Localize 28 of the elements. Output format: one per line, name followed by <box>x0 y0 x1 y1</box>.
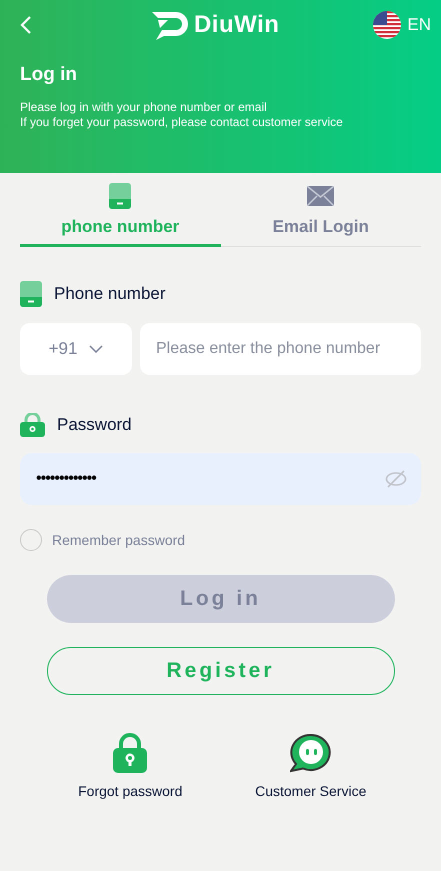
login-tab[interactable]: phone number <box>20 183 220 247</box>
phone-input[interactable]: Please enter the phone number <box>140 323 421 375</box>
remember-checkbox[interactable] <box>20 529 42 551</box>
logo-text: DiuWin <box>194 11 280 39</box>
chat-icon <box>290 733 332 773</box>
remember-label[interactable]: Remember password <box>52 532 186 548</box>
country-code-select[interactable]: +91 <box>20 323 132 375</box>
chevron-down-icon <box>89 345 104 353</box>
mail-icon <box>307 186 334 206</box>
phone-icon <box>109 183 132 209</box>
login-tab[interactable]: Email Login <box>220 183 421 247</box>
instruction-text: Please log in with your phone number or email <box>20 100 268 115</box>
phone-icon <box>20 281 42 307</box>
register-button[interactable]: Register <box>46 647 394 695</box>
lock-icon <box>20 413 45 437</box>
field-label: Password <box>57 415 132 435</box>
password-input[interactable]: ••••••••••••• <box>20 453 421 505</box>
flag-icon[interactable] <box>373 11 402 39</box>
language-label[interactable]: EN <box>407 15 431 35</box>
lock-icon <box>113 733 148 773</box>
back-icon[interactable] <box>20 15 32 35</box>
logo-icon <box>150 10 190 40</box>
link-label[interactable]: Forgot password <box>78 783 182 799</box>
page-title: Log in <box>20 64 78 86</box>
field-label: Phone number <box>54 284 166 304</box>
link-label[interactable]: Customer Service <box>255 783 366 799</box>
eye-off-icon[interactable] <box>385 470 407 488</box>
instruction-text: If you forget your password, please contact customer service <box>20 115 344 130</box>
